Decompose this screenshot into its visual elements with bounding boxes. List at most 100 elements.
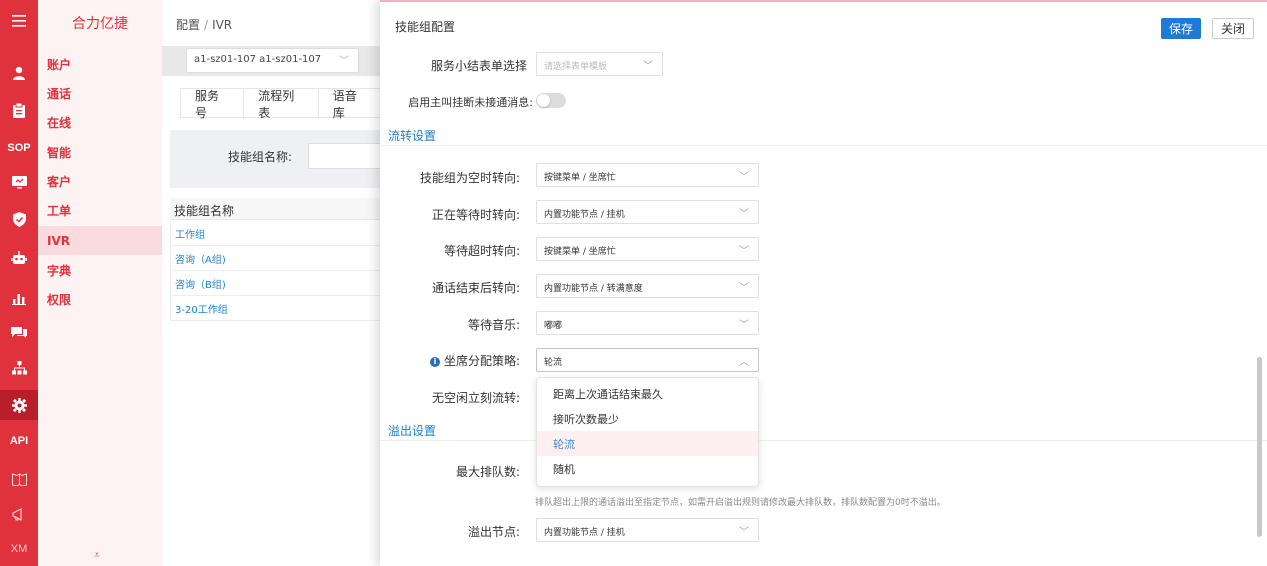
chevron-down-icon: ﹀ xyxy=(739,209,749,220)
breadcrumb: 配置 / IVR xyxy=(176,16,232,33)
tab-bar: 服务号 流程列表 语音库 xyxy=(180,88,382,120)
overflow-node-select[interactable]: 内置功能节点 / 挂机 ﹀ xyxy=(536,518,759,542)
breadcrumb-separator: / xyxy=(204,18,209,32)
filter-panel: 技能组名称: xyxy=(170,130,388,188)
sidebar-item-permission[interactable]: 权限 xyxy=(38,285,162,314)
table-row[interactable]: 工作组 xyxy=(170,221,382,246)
chevron-down-icon: ﹀ xyxy=(339,56,349,67)
chevron-down-icon: ﹀ xyxy=(643,61,653,72)
divider xyxy=(380,440,1267,441)
sidebar-item-customer[interactable]: 客户 xyxy=(38,167,162,196)
waiting-transfer-label: 正在等待时转向: xyxy=(431,208,520,222)
ivr-page: 配置 / IVR a1-sz01-107 a1-sz01-107 ﹀ 服务号 流程列… xyxy=(162,0,388,566)
strategy-dropdown: 距离上次通话结束最久 接听次数最少 轮流 随机 xyxy=(536,377,759,487)
hangup-toggle-label: 启用主叫挂断未接通消息: xyxy=(408,96,533,109)
sidebar-item-online[interactable]: 在线 xyxy=(38,108,162,137)
empty-group-transfer-select[interactable]: 按键菜单 / 坐席忙 ﹀ xyxy=(536,163,759,187)
xm-icon-label: XM xyxy=(10,543,28,555)
chevron-up-icon: ︿ xyxy=(739,357,749,368)
toggle-knob xyxy=(537,94,550,107)
bar-chart-icon[interactable] xyxy=(0,283,38,313)
sidebar-item-call[interactable]: 通话 xyxy=(38,79,162,108)
clipboard-icon[interactable] xyxy=(0,95,38,125)
wait-music-select[interactable]: 嘟嘟 ﹀ xyxy=(536,311,759,335)
max-queue-label: 最大排队数: xyxy=(455,465,520,479)
wait-music-value: 嘟嘟 xyxy=(544,321,563,331)
divider xyxy=(380,145,1267,146)
dropdown-option[interactable]: 距离上次通话结束最久 xyxy=(537,381,758,406)
scrollbar[interactable] xyxy=(1257,357,1262,537)
org-chart-icon[interactable] xyxy=(0,353,38,383)
sop-icon[interactable]: SOP xyxy=(0,133,38,163)
wait-timeout-transfer-value: 按键菜单 / 坐席忙 xyxy=(544,247,616,257)
collapse-icon[interactable]: ⩡ xyxy=(94,550,100,561)
sidebar-item-ivr[interactable]: IVR xyxy=(38,226,162,255)
flow-section-title: 流转设置 xyxy=(388,129,437,143)
empty-group-transfer-label: 技能组为空时转向: xyxy=(419,171,520,185)
icon-rail: SOP API XM xyxy=(0,0,38,566)
drawer-title: 技能组配置 xyxy=(395,20,456,34)
call-end-transfer-label: 通话结束后转向: xyxy=(431,281,520,295)
waiting-transfer-value: 内置功能节点 / 挂机 xyxy=(544,210,625,220)
app-root: SOP API XM 合力亿捷 账户 通话 在线 智能 客户 工单 IVR 字典… xyxy=(0,0,1267,566)
waiting-transfer-select[interactable]: 内置功能节点 / 挂机 ﹀ xyxy=(536,200,759,224)
chevron-down-icon: ﹀ xyxy=(739,283,749,294)
summary-form-select[interactable]: 请选择表单模板 ﹀ xyxy=(536,52,663,76)
sidebar-item-dictionary[interactable]: 字典 xyxy=(38,256,162,285)
sidebar-item-account[interactable]: 账户 xyxy=(38,50,162,79)
project-select[interactable]: a1-sz01-107 a1-sz01-107 ﹀ xyxy=(186,48,359,73)
xm-icon[interactable]: XM xyxy=(0,534,38,564)
tab-service-number[interactable]: 服务号 xyxy=(181,89,245,120)
chevron-down-icon: ﹀ xyxy=(739,320,749,331)
strategy-label: 坐席分配策略: xyxy=(443,354,520,368)
wait-timeout-transfer-label: 等待超时转向: xyxy=(443,244,520,258)
breadcrumb-item: IVR xyxy=(212,18,233,32)
monitor-icon[interactable] xyxy=(0,168,38,198)
table-row[interactable]: 咨询（B组) xyxy=(170,271,382,296)
dropdown-option-selected[interactable]: 轮流 xyxy=(537,431,758,456)
overflow-hint: 排队超出上限的通话溢出至指定节点，如需开启溢出规则请修改最大排队数，排队数配置为… xyxy=(535,498,946,508)
strategy-select[interactable]: 轮流 ︿ xyxy=(536,348,759,372)
api-icon[interactable]: API xyxy=(0,426,38,456)
table-row[interactable]: 3-20工作组 xyxy=(170,296,382,321)
brand-logo: 合力亿捷 xyxy=(72,16,128,32)
summary-form-label: 服务小结表单选择 xyxy=(430,59,527,73)
overflow-node-value: 内置功能节点 / 挂机 xyxy=(544,528,625,538)
api-icon-label: API xyxy=(9,435,29,447)
call-end-transfer-select[interactable]: 内置功能节点 / 转满意度 ﹀ xyxy=(536,274,759,298)
dropdown-option[interactable]: 接听次数最少 xyxy=(537,406,758,431)
dropdown-option[interactable]: 随机 xyxy=(537,456,758,481)
book-icon[interactable] xyxy=(0,464,38,494)
hangup-toggle[interactable] xyxy=(536,93,566,108)
sidebar-item-smart[interactable]: 智能 xyxy=(38,138,162,167)
save-button[interactable]: 保存 xyxy=(1161,18,1201,39)
summary-form-placeholder: 请选择表单模板 xyxy=(544,62,608,72)
sidebar-item-ticket[interactable]: 工单 xyxy=(38,196,162,225)
chevron-down-icon: ﹀ xyxy=(739,172,749,183)
chevron-down-icon: ﹀ xyxy=(739,527,749,538)
megaphone-icon[interactable] xyxy=(0,499,38,529)
gear-icon[interactable] xyxy=(0,390,38,420)
close-button[interactable]: 关闭 xyxy=(1212,18,1254,39)
shield-icon[interactable] xyxy=(0,204,38,234)
info-icon[interactable]: i xyxy=(429,357,440,367)
table-header: 技能组名称 xyxy=(170,198,382,220)
skill-group-name-input[interactable] xyxy=(308,143,388,169)
empty-group-transfer-value: 按键菜单 / 坐席忙 xyxy=(544,173,616,183)
sop-icon-label: SOP xyxy=(7,142,31,154)
strategy-label-row: i 坐席分配策略: xyxy=(360,352,520,369)
overflow-section-title: 溢出设置 xyxy=(388,424,437,438)
wait-timeout-transfer-select[interactable]: 按键菜单 / 坐席忙 ﹀ xyxy=(536,237,759,261)
strategy-value: 轮流 xyxy=(544,358,563,368)
chat-icon[interactable] xyxy=(0,318,38,348)
user-icon[interactable] xyxy=(0,58,38,88)
table-row[interactable]: 咨询（A组) xyxy=(170,246,382,271)
overflow-node-label: 溢出节点: xyxy=(467,525,520,539)
filter-label: 技能组名称: xyxy=(228,150,293,164)
skill-group-config-drawer: 技能组配置 保存 关闭 服务小结表单选择 请选择表单模板 ﹀ 启用主叫挂断未接通… xyxy=(380,0,1267,566)
breadcrumb-item[interactable]: 配置 xyxy=(176,18,200,32)
tab-flow-list[interactable]: 流程列表 xyxy=(244,89,319,120)
chevron-down-icon: ﹀ xyxy=(739,246,749,257)
menu-icon[interactable] xyxy=(0,6,38,36)
robot-icon[interactable] xyxy=(0,243,38,273)
